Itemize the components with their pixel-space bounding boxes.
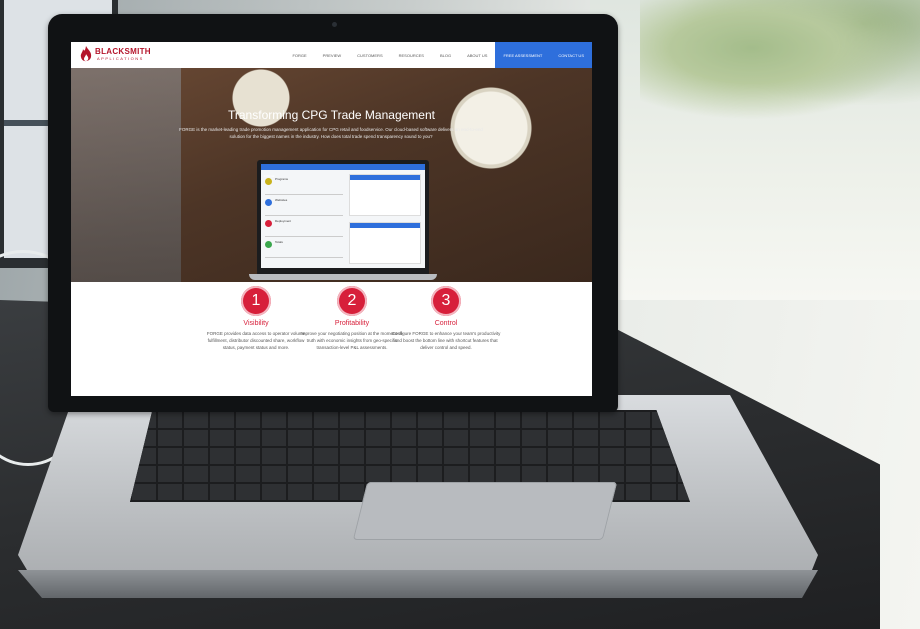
- feature-number: 2: [337, 286, 367, 316]
- feature-number: 3: [431, 286, 461, 316]
- menu-item-blog[interactable]: BLOG: [432, 53, 459, 58]
- dashboard-row: Websites: [265, 195, 343, 216]
- dashboard-header: FORGE: [261, 164, 425, 178]
- dashboard-card-header: [350, 175, 420, 180]
- dashboard-row-label: Websites: [275, 198, 288, 202]
- dashboard-right-panel: [349, 174, 421, 264]
- menu-item-preview[interactable]: PREVIEW: [315, 53, 349, 58]
- logo-name: BLACKSMITH: [95, 47, 151, 56]
- dashboard-row-label: Totals: [275, 240, 283, 244]
- menu-item-resources[interactable]: RESOURCES: [391, 53, 432, 58]
- dot-icon: [265, 178, 272, 185]
- dot-icon: [265, 241, 272, 248]
- dashboard-preview: FORGE Programs Websites Deployment Total…: [257, 160, 429, 276]
- logo-subtitle: APPLICATIONS: [97, 56, 144, 61]
- feature-visibility: 1 Visibility FORGE provides data access …: [201, 286, 311, 351]
- free-assessment-button[interactable]: FREE ASSESSMENT: [495, 42, 551, 68]
- menu-item-about[interactable]: ABOUT US: [459, 53, 495, 58]
- dashboard-preview-base: [249, 274, 437, 280]
- dashboard-card: [349, 174, 421, 216]
- feature-number: 1: [241, 286, 271, 316]
- hero-section: Transforming CPG Trade Management FORGE …: [71, 68, 592, 282]
- site-logo[interactable]: BLACKSMITH APPLICATIONS: [79, 46, 169, 64]
- dot-icon: [265, 199, 272, 206]
- feature-text: FORGE provides data access to operator v…: [206, 331, 306, 350]
- hero-photo-laptop: [71, 68, 181, 282]
- dashboard-row: Deployment: [265, 216, 343, 237]
- laptop-base-edge: [18, 570, 818, 598]
- dashboard-row-label: Programs: [275, 177, 289, 181]
- dashboard-row: Totals: [265, 237, 343, 258]
- feature-title: Control: [434, 320, 458, 327]
- flame-icon: [80, 46, 92, 62]
- hero-text: FORGE is the market-leading trade promot…: [179, 127, 483, 139]
- dot-icon: [265, 220, 272, 227]
- dashboard-row-label: Deployment: [275, 219, 292, 223]
- plants-background: [640, 0, 920, 120]
- dashboard-left-panel: Programs Websites Deployment Totals: [265, 174, 343, 264]
- dashboard-row: Programs: [265, 174, 343, 195]
- contact-us-button[interactable]: CONTACT US: [550, 42, 592, 68]
- menu-item-customers[interactable]: CUSTOMERS: [349, 53, 390, 58]
- menu-item-forge[interactable]: FORGE: [284, 53, 314, 58]
- hero-title: Transforming CPG Trade Management: [228, 108, 435, 122]
- dashboard-card-header: [350, 223, 420, 228]
- dashboard-card: [349, 222, 421, 264]
- camera-icon: [332, 22, 337, 27]
- feature-text: Configure FORGE to enhance your team's p…: [391, 331, 501, 350]
- main-menu: FORGE PREVIEW CUSTOMERS RESOURCES BLOG A…: [284, 42, 592, 68]
- laptop-screen: BLACKSMITH APPLICATIONS FORGE PREVIEW CU…: [71, 42, 592, 396]
- feature-title: Visibility: [243, 320, 269, 327]
- feature-control: 3 Control Configure FORGE to enhance you…: [391, 286, 501, 351]
- features-section: 1 Visibility FORGE provides data access …: [71, 282, 592, 396]
- site-nav: BLACKSMITH APPLICATIONS FORGE PREVIEW CU…: [71, 42, 592, 69]
- laptop-trackpad: [352, 482, 618, 540]
- dashboard-screen: FORGE Programs Websites Deployment Total…: [261, 164, 425, 268]
